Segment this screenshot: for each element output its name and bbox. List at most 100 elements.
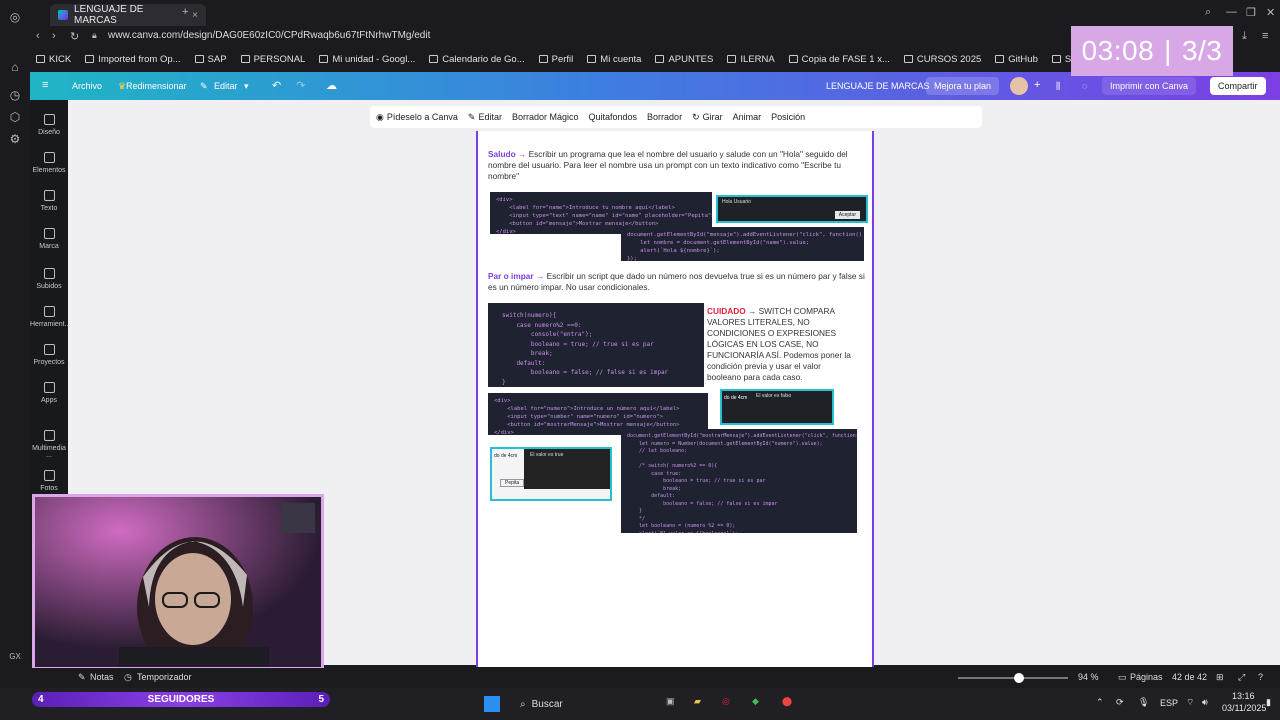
- bookmark-item[interactable]: Perfil: [538, 54, 573, 65]
- reload-icon[interactable]: ↻: [70, 30, 79, 43]
- pages-button[interactable]: Páginas: [1130, 672, 1163, 682]
- wifi-icon[interactable]: ⌔: [1186, 697, 1194, 708]
- history-icon[interactable]: ◷: [8, 88, 22, 102]
- timer-button[interactable]: Temporizador: [137, 672, 192, 682]
- home-icon[interactable]: ⌂: [8, 60, 22, 74]
- upgrade-button[interactable]: Mejora tu plan: [926, 77, 1000, 95]
- gx-icon[interactable]: GX: [8, 650, 22, 664]
- back-icon[interactable]: ‹: [36, 30, 40, 42]
- fullscreen-icon[interactable]: ⤢: [1238, 672, 1245, 683]
- download-icon[interactable]: ⤓: [1242, 30, 1247, 43]
- bookmark-item[interactable]: Mi unidad - Googl...: [319, 54, 415, 65]
- side-item-1[interactable]: Elementos: [30, 152, 68, 174]
- bookmark-item[interactable]: KICK: [36, 54, 71, 65]
- bookmark-item[interactable]: GitHub: [995, 54, 1038, 65]
- bookmark-item[interactable]: ILERNA: [727, 54, 775, 65]
- clock-time[interactable]: 13:16: [1232, 691, 1255, 701]
- rotate-button[interactable]: ↻ Girar: [692, 112, 723, 123]
- search-tabs-icon[interactable]: ⌕: [1205, 6, 1211, 19]
- app-taskbar-icon[interactable]: ◆: [752, 696, 759, 707]
- side-item-0[interactable]: Diseño: [30, 114, 68, 136]
- stats-icon[interactable]: ⫼: [1056, 81, 1060, 92]
- avatar[interactable]: [1010, 77, 1028, 95]
- bookmark-item[interactable]: SAP: [194, 54, 227, 65]
- animate-button[interactable]: Animar: [733, 112, 762, 122]
- notifications-icon[interactable]: ▮: [1266, 697, 1271, 708]
- print-button[interactable]: Imprimir con Canva: [1102, 77, 1197, 95]
- shot3-left-label: do de 4cm: [494, 453, 518, 459]
- sync-tray-icon[interactable]: ⟳: [1116, 697, 1124, 708]
- task-view-icon[interactable]: ▣: [666, 696, 675, 707]
- menu-hamburger-icon[interactable]: ≡: [42, 79, 48, 91]
- tray-chevron-icon[interactable]: ⌃: [1096, 697, 1104, 708]
- minimize-button[interactable]: —: [1226, 6, 1237, 18]
- cuidado-note: CUIDADO → SWITCH COMPARA VALORES LITERAL…: [707, 306, 857, 383]
- new-tab-button[interactable]: +: [182, 6, 188, 18]
- file-menu[interactable]: Archivo: [72, 81, 102, 91]
- help-icon[interactable]: ?: [1258, 672, 1263, 682]
- comments-icon[interactable]: ◌: [1082, 81, 1087, 91]
- bookmark-item[interactable]: PERSONAL: [240, 54, 305, 65]
- side-item-8[interactable]: Multimedia ...: [30, 430, 68, 459]
- side-item-label: Multimedia ...: [32, 445, 66, 459]
- side-item-4[interactable]: Subidos: [30, 268, 68, 290]
- opera-icon[interactable]: ◎: [8, 10, 22, 24]
- language-indicator[interactable]: ESP: [1160, 698, 1178, 708]
- grid-view-icon[interactable]: ⊞: [1216, 672, 1224, 683]
- side-item-label: Diseño: [38, 129, 60, 136]
- share-button[interactable]: Compartir: [1210, 77, 1266, 95]
- cuidado-title: CUIDADO: [707, 306, 746, 316]
- extensions-icon[interactable]: ⬡: [8, 110, 22, 124]
- forward-icon[interactable]: ›: [52, 30, 56, 42]
- url-field[interactable]: www.canva.com/design/DAG0E60zIC0/CPdRwaq…: [108, 30, 430, 41]
- bookmark-label: APUNTES: [668, 53, 714, 65]
- document-title[interactable]: LENGUAJE DE MARCAS: [826, 81, 930, 91]
- zoom-slider[interactable]: [958, 673, 1068, 683]
- volume-icon[interactable]: 🔊︎: [1202, 697, 1208, 708]
- bookmark-label: GitHub: [1008, 53, 1038, 65]
- zoom-value[interactable]: 94 %: [1078, 672, 1099, 682]
- background-remover-button[interactable]: Quitafondos: [589, 112, 638, 122]
- side-item-7[interactable]: Apps: [30, 382, 68, 404]
- shot1-accept-button: Aceptar: [834, 211, 860, 219]
- notes-button[interactable]: Notas: [90, 672, 114, 682]
- notes-icon: ✎: [78, 672, 86, 682]
- undo-icon[interactable]: ↶: [272, 79, 281, 92]
- clock-date[interactable]: 03/11/2025: [1222, 703, 1266, 713]
- eraser-button[interactable]: Borrador: [647, 112, 682, 122]
- side-item-5[interactable]: Herramient...: [30, 306, 70, 328]
- side-item-6[interactable]: Proyectos: [30, 344, 68, 366]
- resize-button[interactable]: Redimensionar: [126, 81, 187, 91]
- menu-icon[interactable]: ≡: [1262, 30, 1268, 42]
- redo-icon[interactable]: ↷: [296, 79, 305, 92]
- design-page[interactable]: Saludo → Escribir un programa que lea el…: [476, 131, 874, 667]
- side-item-2[interactable]: Texto: [30, 190, 68, 212]
- edit-image-button[interactable]: ✎ Editar: [468, 112, 502, 123]
- add-collaborator-icon[interactable]: +: [1034, 79, 1040, 91]
- obs-taskbar-icon[interactable]: ⬤: [782, 696, 792, 707]
- bookmark-item[interactable]: Imported from Op...: [85, 54, 181, 65]
- close-tab-icon[interactable]: ×: [192, 10, 198, 21]
- close-window-button[interactable]: ✕: [1266, 6, 1275, 19]
- taskbar-search[interactable]: ⌕ Buscar: [510, 694, 650, 714]
- side-item-label: Marca: [39, 243, 59, 250]
- magic-eraser-button[interactable]: Borrador Mágico: [512, 112, 579, 122]
- ask-canva-button[interactable]: ◉ Pídeselo a Canva: [376, 112, 458, 123]
- side-item-3[interactable]: Marca: [30, 228, 68, 250]
- bookmark-item[interactable]: Mi cuenta: [587, 54, 641, 65]
- bookmark-item[interactable]: Copia de FASE 1 x...: [788, 54, 890, 65]
- bookmark-item[interactable]: Calendario de Go...: [429, 54, 525, 65]
- mic-tray-icon[interactable]: 🎙︎: [1138, 697, 1149, 708]
- cloud-sync-icon[interactable]: ☁: [326, 79, 337, 92]
- settings-icon[interactable]: ⚙: [8, 132, 22, 146]
- file-explorer-icon[interactable]: ▰: [694, 696, 701, 707]
- zoom-slider-handle[interactable]: [1014, 673, 1024, 683]
- windows-start-icon[interactable]: [484, 696, 500, 712]
- edit-menu[interactable]: Editar: [214, 81, 238, 91]
- side-item-9[interactable]: Fotos: [30, 470, 68, 492]
- maximize-button[interactable]: ❐: [1246, 6, 1256, 19]
- bookmark-item[interactable]: APUNTES: [655, 54, 713, 65]
- position-button[interactable]: Posición: [771, 112, 805, 122]
- opera-gx-taskbar-icon[interactable]: ◎: [722, 696, 730, 707]
- bookmark-item[interactable]: CURSOS 2025: [903, 54, 981, 65]
